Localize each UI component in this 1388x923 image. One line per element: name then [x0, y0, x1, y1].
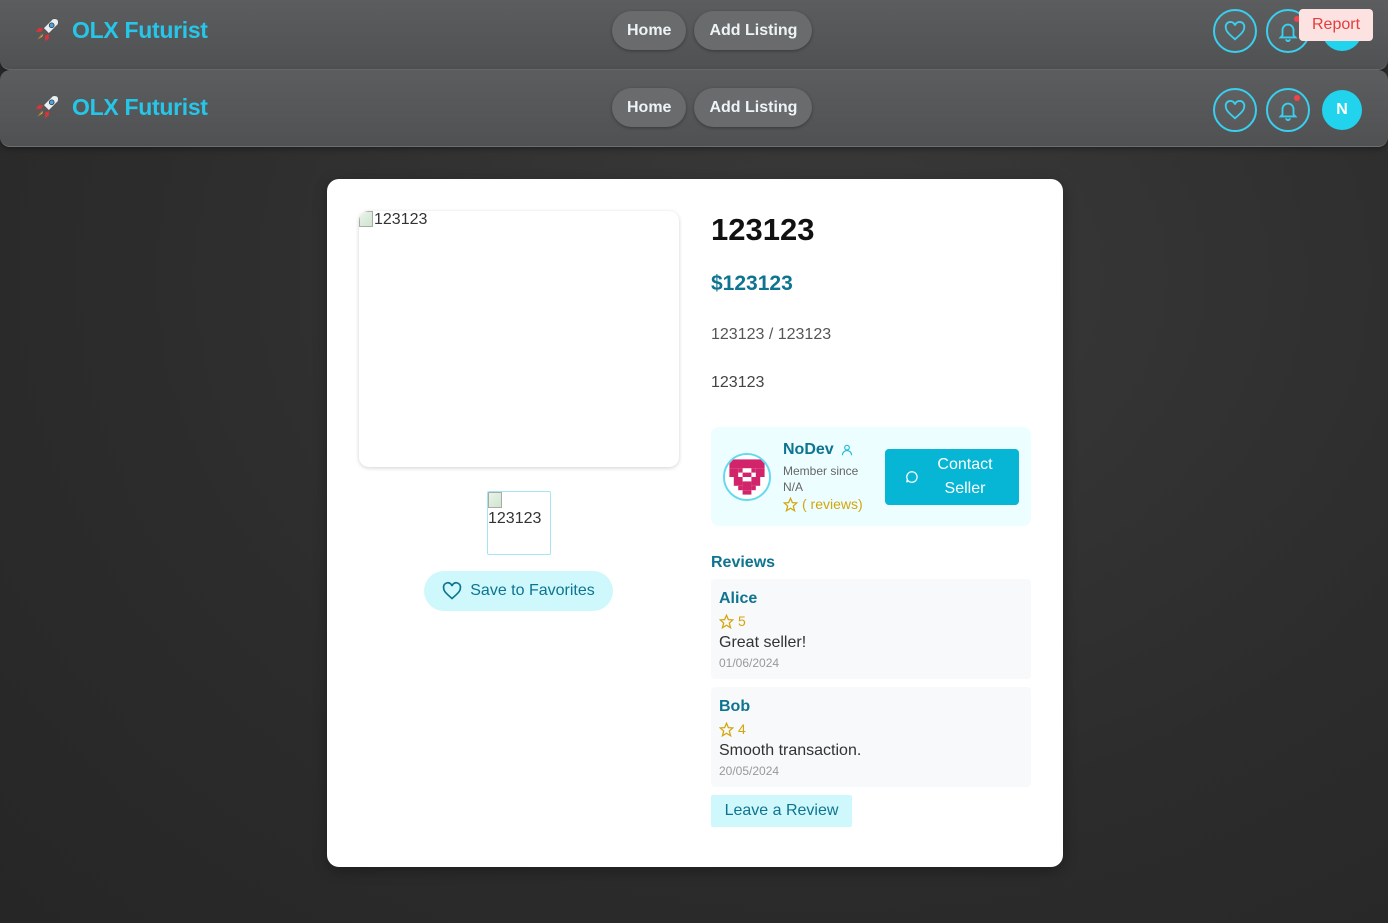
listing-thumbnail[interactable]: 123123	[487, 491, 551, 555]
nav-add-listing-link[interactable]: Add Listing	[694, 11, 813, 50]
review-rating: 5	[719, 613, 746, 629]
notification-dot	[1294, 95, 1300, 101]
notifications-button[interactable]	[1266, 88, 1310, 132]
seller-name-row[interactable]: NoDev	[783, 441, 854, 459]
member-since: Member since N/A	[783, 464, 859, 494]
listing-main-image[interactable]: 123123	[359, 211, 679, 467]
brand-logo[interactable]: OLX Futurist	[32, 15, 208, 45]
save-to-favorites-button[interactable]: Save to Favorites	[424, 571, 613, 611]
seller-info-box: NoDev Member since N/A ( reviews) Contac…	[711, 427, 1031, 526]
broken-image-icon	[359, 211, 373, 227]
report-button[interactable]: Report	[1299, 9, 1373, 41]
heart-icon	[443, 581, 462, 600]
broken-image-icon	[488, 492, 502, 508]
rocket-icon	[35, 18, 59, 42]
reviewer-name: Bob	[719, 698, 751, 715]
listing-title: 123123	[711, 212, 815, 247]
user-icon	[841, 444, 852, 456]
nav-home-link[interactable]: Home	[612, 11, 687, 50]
top-navbar: OLX Futurist Home Add Listing N	[0, 0, 1388, 70]
nav-home-link[interactable]: Home	[612, 88, 687, 127]
chat-icon	[906, 471, 918, 483]
brand-name: OLX Futurist	[72, 16, 208, 43]
bell-icon	[1278, 23, 1298, 42]
review-rating: 4	[719, 721, 746, 737]
star-icon	[719, 721, 734, 737]
seller-name: NoDev	[783, 441, 834, 458]
heart-icon	[1224, 100, 1246, 120]
user-avatar[interactable]: N	[1322, 90, 1362, 130]
review-rating-value: 5	[738, 613, 746, 629]
listing-description: 123123	[711, 374, 765, 391]
review-item: Alice 5 Great seller! 01/06/2024	[711, 579, 1031, 679]
review-text: Smooth transaction.	[719, 742, 862, 759]
thumb-alt: 123123	[488, 510, 542, 527]
reviewer-name: Alice	[719, 590, 758, 607]
contact-seller-button[interactable]: Contact Seller	[885, 449, 1019, 505]
review-text: Great seller!	[719, 634, 807, 651]
favorites-button[interactable]	[1213, 9, 1257, 53]
reviews-heading: Reviews	[711, 554, 776, 571]
identicon-image	[725, 455, 769, 499]
rocket-icon	[35, 95, 59, 119]
seller-reviews-count: ( reviews)	[802, 496, 863, 512]
star-icon	[783, 496, 798, 512]
save-label: Save to Favorites	[470, 582, 595, 599]
star-icon	[719, 613, 734, 629]
second-navbar: OLX Futurist Home Add Listing N	[0, 70, 1388, 147]
review-item: Bob 4 Smooth transaction. 20/05/2024	[711, 687, 1031, 787]
leave-review-button[interactable]: Leave a Review	[711, 795, 852, 827]
brand-logo[interactable]: OLX Futurist	[32, 92, 208, 122]
review-date: 20/05/2024	[719, 764, 780, 778]
listing-location: 123123 / 123123	[711, 326, 832, 343]
main-image-alt: 123123	[374, 211, 428, 228]
favorites-button[interactable]	[1213, 88, 1257, 132]
review-rating-value: 4	[738, 721, 746, 737]
seller-avatar[interactable]	[723, 453, 771, 501]
listing-price: $123123	[711, 272, 793, 295]
bell-icon	[1278, 102, 1298, 121]
listing-card: 123123 123123 Save to Favorites 123123 $…	[327, 179, 1063, 867]
nav-add-listing-link[interactable]: Add Listing	[694, 88, 813, 127]
contact-seller-label: Contact Seller	[937, 456, 993, 497]
review-date: 01/06/2024	[719, 656, 780, 670]
heart-icon	[1224, 21, 1246, 41]
seller-rating: ( reviews)	[783, 496, 863, 512]
brand-name: OLX Futurist	[72, 93, 208, 120]
